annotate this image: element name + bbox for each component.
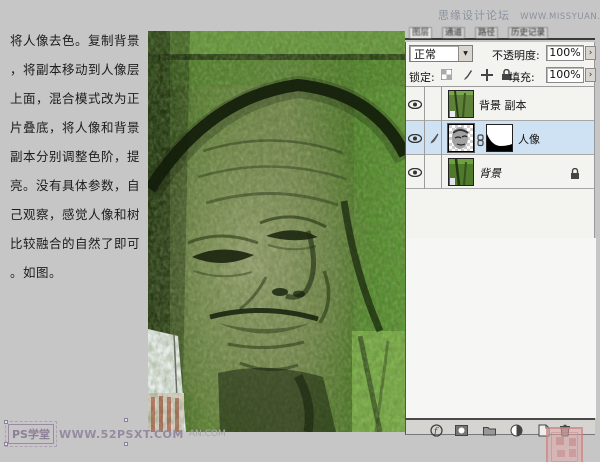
bottom-watermark: PS学堂 WWW.52PSXT.COM AN.COM <box>8 424 226 444</box>
link-column[interactable] <box>425 87 442 121</box>
tab-paths[interactable]: 路径 <box>475 27 498 38</box>
top-watermark-site-name: 思缘设计论坛 <box>438 9 510 22</box>
instruction-line: 亮。没有具体参数，自 <box>10 171 150 200</box>
mask-link-icon[interactable] <box>476 132 485 145</box>
seal-stamp-watermark <box>546 427 583 462</box>
blend-mode-value: 正常 <box>410 46 458 62</box>
chevron-down-icon[interactable]: ▼ <box>458 46 472 61</box>
panel-tab-strip: 图层 通道 路径 历史记录 <box>405 26 595 40</box>
layer-row-background-copy[interactable]: 背景 副本 <box>406 87 594 121</box>
layers-list: 背景 副本 <box>406 86 594 189</box>
layer-thumbnail[interactable] <box>448 158 474 186</box>
tab-channels[interactable]: 通道 <box>442 27 465 38</box>
layer-name[interactable]: 背景 副本 <box>479 97 527 113</box>
new-group-folder-icon[interactable] <box>483 422 496 435</box>
bottom-watermark-site-url: WWW.52PSXT.COM <box>59 428 184 441</box>
visibility-toggle[interactable] <box>406 121 425 155</box>
eye-icon <box>408 168 422 177</box>
instruction-line: 上面，混合模式改为正 <box>10 84 150 113</box>
layer-locked-icon <box>570 165 580 184</box>
new-adjustment-layer-icon[interactable] <box>510 422 523 435</box>
bottom-watermark-overlap-text: AN.COM <box>189 429 226 439</box>
add-layer-mask-icon[interactable] <box>455 422 468 435</box>
top-watermark-site-url: WWW.MISSYUAN.COM <box>520 12 600 22</box>
eye-icon <box>408 100 422 109</box>
instruction-line: 片叠底，将人像和背景 <box>10 113 150 142</box>
seal-stamp-glyphs <box>551 432 578 462</box>
selection-handle <box>124 418 128 422</box>
layer-name[interactable]: 背景 <box>479 165 501 181</box>
lock-options-row: 锁定: 填充: 100% › <box>406 64 594 86</box>
layers-empty-area <box>406 238 596 418</box>
layer-row-portrait[interactable]: 人像 <box>406 121 594 155</box>
link-column[interactable] <box>425 121 442 155</box>
layer-row-background[interactable]: 背景 <box>406 155 594 189</box>
tab-layers[interactable]: 图层 <box>409 27 432 38</box>
selection-handle <box>4 442 8 446</box>
opacity-label: 不透明度: <box>492 47 540 63</box>
visibility-toggle[interactable] <box>406 155 425 189</box>
tab-history[interactable]: 历史记录 <box>508 27 548 38</box>
layer-thumbnail[interactable] <box>448 90 474 118</box>
instruction-line: 己观察，感觉人像和树 <box>10 200 150 229</box>
layer-mask-thumbnail[interactable] <box>486 124 513 152</box>
lock-label: 锁定: <box>409 69 435 85</box>
layers-panel-body: 正常 ▼ 不透明度: 100% › 锁定: <box>405 42 595 418</box>
bottom-watermark-logo: PS学堂 <box>8 424 54 444</box>
lock-pixels-brush-icon[interactable] <box>460 68 473 81</box>
fill-label: 填充: <box>509 69 535 85</box>
layer-thumbnail[interactable] <box>448 124 474 152</box>
document-canvas-preview <box>148 31 405 432</box>
face-tree-blend-image <box>148 31 405 432</box>
instruction-line: 副本分别调整色阶，提 <box>10 142 150 171</box>
brush-edit-icon <box>428 133 439 144</box>
fill-input[interactable]: 100% <box>546 67 584 83</box>
visibility-toggle[interactable] <box>406 87 425 121</box>
tutorial-instructions: 将人像去色。复制背景 ，将副本移动到人像层 上面，混合模式改为正 片叠底，将人像… <box>10 26 150 287</box>
layer-style-fx-icon[interactable]: f <box>430 422 443 435</box>
opacity-input[interactable]: 100% <box>546 45 584 61</box>
eye-icon <box>408 134 422 143</box>
blend-options-row: 正常 ▼ 不透明度: 100% › <box>406 42 594 64</box>
instruction-line: 将人像去色。复制背景 <box>10 26 150 55</box>
selection-handle <box>4 420 8 424</box>
instruction-line: 比较融合的自然了即可 <box>10 229 150 258</box>
layer-name[interactable]: 人像 <box>518 131 540 147</box>
instruction-line: 。如图。 <box>10 258 150 287</box>
link-column[interactable] <box>425 155 442 189</box>
selection-handle <box>124 442 128 446</box>
fill-slider-arrow[interactable]: › <box>585 68 596 82</box>
lock-position-icon[interactable] <box>480 68 493 81</box>
blend-mode-dropdown[interactable]: 正常 ▼ <box>409 45 473 62</box>
layers-panel: 图层 通道 路径 历史记录 正常 ▼ 不透明度: 100% › 锁定: <box>405 26 600 435</box>
tutorial-screenshot: 思缘设计论坛 WWW.MISSYUAN.COM 将人像去色。复制背景 ，将副本移… <box>0 0 600 462</box>
top-watermark: 思缘设计论坛 WWW.MISSYUAN.COM <box>438 4 600 23</box>
opacity-slider-arrow[interactable]: › <box>585 46 596 60</box>
instruction-line: ，将副本移动到人像层 <box>10 55 150 84</box>
lock-transparency-icon[interactable] <box>440 68 453 81</box>
